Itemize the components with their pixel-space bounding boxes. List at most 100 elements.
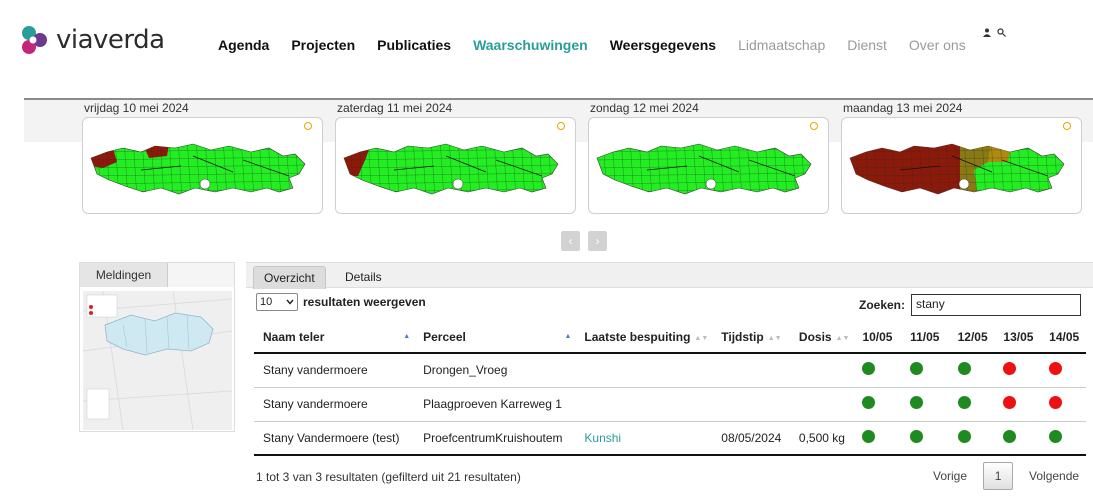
- col-label: Dosis: [798, 329, 832, 344]
- status-dot-red: [1003, 362, 1017, 376]
- page-length-control: 10 resultaten weergeven: [256, 293, 426, 311]
- nav-item-lidmaatschap[interactable]: Lidmaatschap: [738, 37, 825, 53]
- col-perceel[interactable]: Perceel ▲: [414, 321, 576, 354]
- forecast-map[interactable]: [588, 117, 829, 214]
- table-row[interactable]: Stany vandermoere Drongen_Vroeg: [254, 353, 1086, 388]
- cell-dosis: [789, 353, 854, 388]
- cell-status-day-4: [994, 387, 1041, 422]
- table-header-row: Naam teler ▲ Perceel ▲ Laatste bespuiting ▲…: [254, 321, 1086, 354]
- page-length-select[interactable]: 10: [256, 293, 298, 311]
- cell-laatste-bespuiting[interactable]: [575, 353, 713, 388]
- col-label: 14/05: [1049, 329, 1080, 344]
- nav-item-publicaties[interactable]: Publicaties: [377, 37, 451, 53]
- logo-icon: [18, 24, 50, 56]
- status-dot-green: [1003, 429, 1017, 443]
- current-page-button[interactable]: 1: [983, 462, 1014, 490]
- status-dot-green: [1049, 429, 1063, 443]
- tab-meldingen[interactable]: Meldingen: [80, 263, 168, 287]
- cell-status-day-3: [948, 387, 995, 422]
- table-row[interactable]: Stany vandermoere Plaagproeven Karreweg 1: [254, 387, 1086, 422]
- status-dot-green: [910, 362, 924, 376]
- overview-minimap[interactable]: [83, 291, 232, 430]
- pca-logo: [810, 122, 820, 131]
- sort-asc-icon: ▲: [403, 333, 411, 340]
- nav-item-dienst[interactable]: Dienst: [847, 37, 887, 53]
- cell-status-day-5: [1040, 353, 1086, 388]
- forecast-map[interactable]: [335, 117, 576, 214]
- cell-laatste-bespuiting[interactable]: Kunshi: [575, 421, 713, 456]
- col-naam-teler[interactable]: Naam teler ▲: [254, 321, 415, 354]
- col-day-5[interactable]: 14/05: [1040, 321, 1086, 354]
- forecast-day-1: vrijdag 10 mei 2024: [82, 101, 326, 214]
- cell-status-day-1: [853, 421, 902, 456]
- forecast-map[interactable]: [841, 117, 1082, 214]
- col-label: Laatste bespuiting: [584, 329, 691, 344]
- region-map: [90, 143, 306, 195]
- nav-item-weersgegevens[interactable]: Weersgegevens: [610, 37, 716, 53]
- cell-perceel: ProefcentrumKruishoutem: [414, 421, 576, 456]
- sort-icon: ▲▼: [835, 334, 850, 342]
- table-info: 1 tot 3 van 3 resultaten (gefilterd uit …: [256, 470, 521, 484]
- col-dosis[interactable]: Dosis ▲▼: [789, 321, 854, 354]
- page-length-value: 10: [260, 296, 273, 308]
- page-length-label: resultaten weergeven: [303, 295, 426, 309]
- site-header: viaverda Agenda Projecten Publicaties Wa…: [0, 0, 1093, 90]
- results-table: Naam teler ▲ Perceel ▲ Laatste bespuiting ▲…: [254, 321, 1086, 456]
- cell-status-day-5: [1040, 421, 1086, 456]
- col-tijdstip[interactable]: Tijdstip ▲▼: [712, 321, 790, 354]
- col-laatste-bespuiting[interactable]: Laatste bespuiting ▲▼: [575, 321, 713, 354]
- forecast-day-2: zaterdag 11 mei 2024: [335, 101, 579, 214]
- prev-page-button[interactable]: Vorige: [923, 463, 977, 489]
- brand-name: viaverda: [56, 25, 165, 55]
- status-dot-green: [957, 362, 971, 376]
- cell-status-day-3: [948, 421, 995, 456]
- sort-icon: ▲▼: [694, 334, 709, 342]
- next-page-button[interactable]: Volgende: [1019, 463, 1089, 489]
- tab-details[interactable]: Details: [335, 266, 392, 289]
- status-dot-green: [862, 396, 876, 409]
- pca-logo: [557, 122, 567, 131]
- meldingen-panel: Meldingen: [79, 262, 235, 432]
- col-day-4[interactable]: 13/05: [994, 321, 1041, 354]
- tab-bar-filler: [168, 263, 234, 287]
- forecast-date: maandag 13 mei 2024: [843, 101, 963, 115]
- status-dot-green: [910, 396, 924, 409]
- status-dot-green: [862, 429, 876, 443]
- cell-naam-teler: Stany Vandermoere (test): [254, 421, 415, 456]
- nav-item-agenda[interactable]: Agenda: [218, 37, 269, 53]
- status-dot-red: [1049, 362, 1063, 376]
- pagination: Vorige 1 Volgende: [923, 462, 1089, 490]
- cell-tijdstip: [712, 387, 790, 422]
- cell-status-day-2: [901, 421, 949, 456]
- nav-item-waarschuwingen[interactable]: Waarschuwingen: [473, 37, 588, 53]
- col-day-3[interactable]: 12/05: [948, 321, 995, 354]
- search-icon[interactable]: [997, 28, 1006, 37]
- brand-logo[interactable]: viaverda: [18, 24, 165, 56]
- sort-icon: ▲▼: [767, 334, 782, 342]
- cell-laatste-bespuiting[interactable]: [575, 387, 713, 422]
- cell-status-day-1: [853, 353, 902, 388]
- region-map: [596, 143, 812, 195]
- next-arrow-button[interactable]: ›: [588, 231, 607, 251]
- nav-item-projecten[interactable]: Projecten: [291, 37, 355, 53]
- sort-icon: ▲: [564, 333, 572, 340]
- search-input[interactable]: stany: [911, 294, 1082, 316]
- status-dot-green: [862, 362, 876, 376]
- table-row[interactable]: Stany Vandermoere (test) ProefcentrumKrui…: [254, 421, 1086, 456]
- header-icons: [983, 28, 1006, 37]
- user-icon[interactable]: [983, 28, 991, 37]
- col-label: Naam teler: [263, 329, 325, 344]
- search-label: Zoeken:: [859, 298, 906, 312]
- results-tabs: Overzicht Details: [246, 262, 1093, 289]
- cell-perceel: Plaagproeven Karreweg 1: [414, 387, 576, 422]
- nav-item-over-ons[interactable]: Over ons: [909, 37, 966, 53]
- forecast-map[interactable]: [82, 117, 323, 214]
- tab-overzicht[interactable]: Overzicht: [253, 266, 326, 289]
- table-search: Zoeken: stany: [859, 294, 1082, 316]
- forecast-pager: ‹ ›: [561, 231, 607, 251]
- forecast-day-4: maandag 13 mei 2024: [841, 101, 1085, 214]
- forecast-date: vrijdag 10 mei 2024: [84, 101, 189, 115]
- prev-arrow-button[interactable]: ‹: [561, 231, 580, 251]
- col-day-1[interactable]: 10/05: [853, 321, 902, 354]
- col-day-2[interactable]: 11/05: [901, 321, 949, 354]
